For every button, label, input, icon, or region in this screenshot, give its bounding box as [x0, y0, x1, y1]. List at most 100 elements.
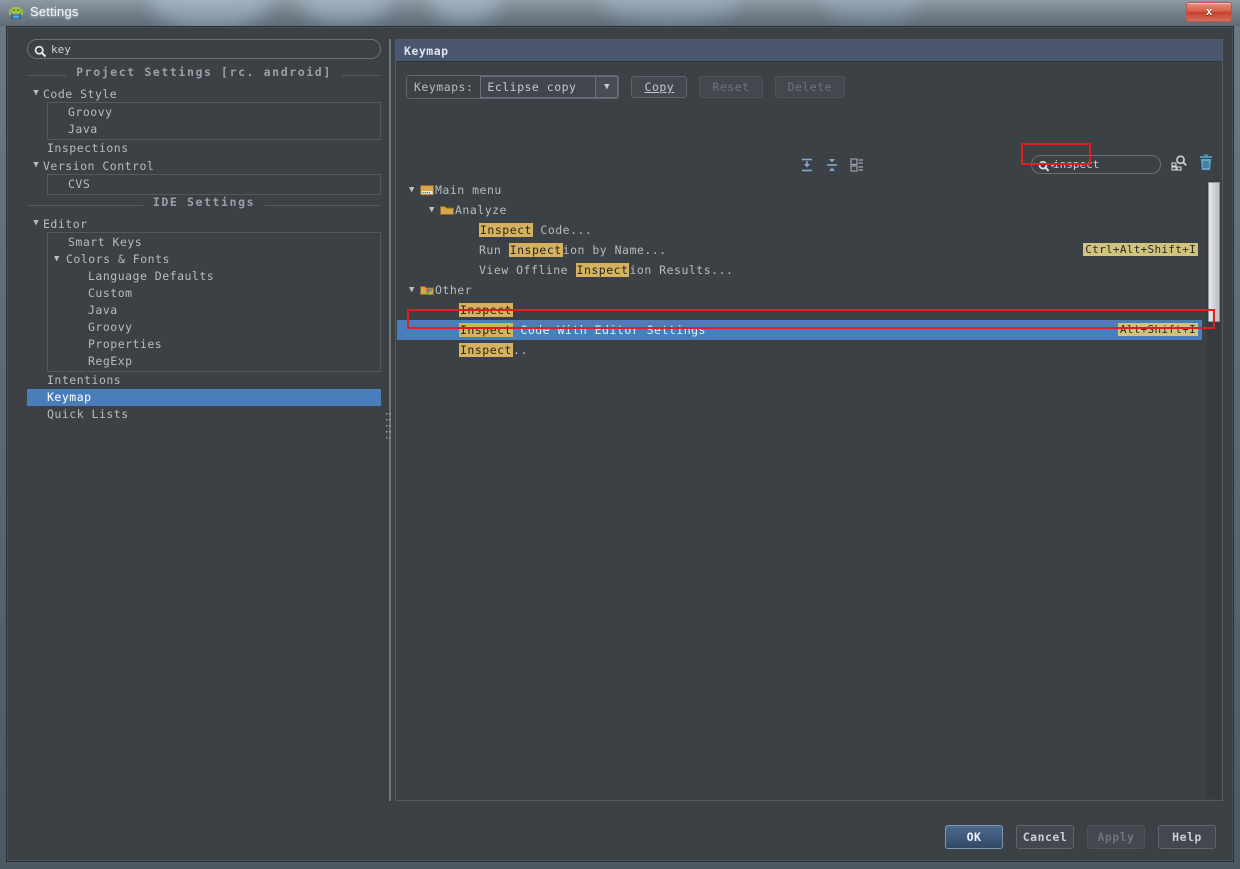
main-menu-icon [419, 184, 435, 196]
keymap-action-tree: ▼ Main menu ▼ Analyze Inspect Code... Ru… [397, 180, 1202, 799]
tree-row-label: Other [435, 283, 473, 297]
ok-button[interactable]: OK [945, 825, 1003, 849]
sidebar-item-inspections[interactable]: Inspections [27, 140, 381, 157]
chevron-down-icon[interactable]: ▼ [29, 161, 43, 170]
shortcut-badge: Ctrl+Alt+Shift+I [1083, 243, 1198, 256]
sidebar-item-label: Colors & Fonts [66, 252, 170, 266]
sidebar-item-quick-lists[interactable]: Quick Lists [27, 406, 381, 423]
editor-children: Smart Keys ▼ Colors & Fonts Language Def… [47, 232, 381, 372]
cancel-button[interactable]: Cancel [1016, 825, 1074, 849]
match-highlight: Inspect [459, 343, 513, 357]
tree-row-label: Run Inspection by Name... [479, 243, 667, 257]
tree-row-main-menu[interactable]: ▼ Main menu [397, 180, 1202, 200]
sidebar-item-smart-keys[interactable]: Smart Keys [48, 234, 380, 251]
settings-window: Settings x key Project Settings [rc. and… [0, 0, 1240, 869]
keymaps-label: Keymaps: [414, 80, 474, 94]
sidebar-item-keymap[interactable]: Keymap [27, 389, 381, 406]
section-header-project-settings: Project Settings [rc. android] [27, 65, 381, 85]
expand-all-icon[interactable] [800, 157, 814, 176]
sidebar-item-label: Editor [43, 216, 88, 231]
chevron-down-icon[interactable]: ▼ [595, 77, 618, 97]
tree-row-suffix: Code With Editor Settings [512, 323, 706, 337]
sidebar-item-custom[interactable]: Custom [48, 285, 380, 302]
match-highlight: Inspect [575, 263, 630, 277]
find-by-shortcut-icon[interactable] [1171, 154, 1188, 175]
copy-button[interactable]: Copy [631, 76, 688, 98]
keymap-select[interactable]: Eclipse copy ▼ [480, 76, 619, 98]
shortcut-badge: Alt+Shift+I [1117, 323, 1198, 336]
keymap-tree-scrollbar[interactable] [1207, 180, 1221, 799]
tree-row-inspect-dots[interactable]: Inspect.. [397, 340, 1202, 360]
reset-button[interactable]: Reset [699, 76, 763, 98]
sidebar-item-label: Code Style [43, 86, 118, 101]
tree-row-label: Main menu [435, 183, 502, 197]
sidebar-item-editor[interactable]: ▼ Editor [27, 215, 381, 232]
keymap-select-value: Eclipse copy [487, 80, 577, 94]
apply-button[interactable]: Apply [1087, 825, 1145, 849]
chevron-down-icon[interactable]: ▼ [405, 185, 419, 195]
tree-row-label: Inspect Code... [479, 223, 592, 237]
section-label: Project Settings [rc. android] [66, 65, 342, 79]
chevron-down-icon[interactable]: ▼ [425, 205, 439, 215]
sidebar-item-version-control[interactable]: ▼ Version Control [27, 157, 381, 174]
glass-blur [600, 0, 740, 24]
help-button[interactable]: Help [1158, 825, 1216, 849]
tree-row-view-offline-inspection-results[interactable]: View Offline Inspection Results... [397, 260, 1202, 280]
tree-row-inspect-code[interactable]: Inspect Code... [397, 220, 1202, 240]
glass-blur [430, 0, 500, 24]
tree-row-label: Inspect Code With Editor Settings [459, 323, 706, 337]
section-header-ide-settings: IDE Settings [27, 195, 381, 215]
search-dropdown-icon[interactable] [1038, 158, 1055, 172]
tree-row-label: View Offline Inspection Results... [479, 263, 733, 277]
keymap-tool-icons [800, 156, 880, 176]
sidebar-item-cvs[interactable]: CVS [48, 176, 380, 193]
tree-row-analyze[interactable]: ▼ Analyze [397, 200, 1202, 220]
sidebar-item-code-style[interactable]: ▼ Code Style [27, 85, 381, 102]
sidebar-item-properties[interactable]: Properties [48, 336, 380, 353]
tree-row-label: Inspect.. [459, 343, 528, 357]
trash-icon[interactable] [1198, 154, 1214, 175]
tree-row-inspect-code-with-editor-settings[interactable]: Inspect Code With Editor Settings Alt+Sh… [397, 320, 1202, 340]
sidebar-item-colors-and-fonts[interactable]: ▼ Colors & Fonts [48, 251, 380, 268]
tree-row-other[interactable]: ▼ Other [397, 280, 1202, 300]
tree-row-run-inspection-by-name[interactable]: Run Inspection by Name... Ctrl+Alt+Shift… [397, 240, 1202, 260]
sidebar-item-label: Version Control [43, 158, 155, 173]
glass-blur [300, 0, 390, 24]
sidebar-item-regexp[interactable]: RegExp [48, 353, 380, 370]
edit-shortcut-icon[interactable] [850, 157, 864, 176]
tree-row-suffix: Code... [532, 223, 593, 237]
sidebar-item-groovy[interactable]: Groovy [48, 104, 380, 121]
keymap-toolbar: Keymaps: Eclipse copy ▼ Copy Reset Delet… [406, 75, 846, 99]
scrollbar-thumb[interactable] [1208, 182, 1220, 322]
panel-header: Keymap [396, 40, 1222, 62]
settings-category-tree: Project Settings [rc. android] ▼ Code St… [27, 65, 381, 795]
settings-search-value: key [51, 42, 71, 56]
tree-row-inspect[interactable]: Inspect [397, 300, 1202, 320]
settings-categories-pane: key Project Settings [rc. android] ▼ Cod… [19, 39, 383, 801]
delete-button[interactable]: Delete [774, 76, 846, 98]
glass-blur [820, 0, 920, 24]
close-icon[interactable]: x [1186, 2, 1232, 22]
sidebar-item-intentions[interactable]: Intentions [27, 372, 381, 389]
tree-row-prefix: View Offline [479, 263, 576, 277]
sidebar-item-java-colors[interactable]: Java [48, 302, 380, 319]
tree-row-suffix: .. [512, 343, 528, 357]
keymap-filter-input[interactable]: inspect [1031, 155, 1161, 174]
page-title: Keymap [404, 43, 449, 58]
copy-button-label: Copy [644, 80, 675, 94]
sidebar-item-language-defaults[interactable]: Language Defaults [48, 268, 380, 285]
tree-row-suffix: ion by Name... [562, 243, 667, 257]
chevron-down-icon[interactable]: ▼ [29, 219, 43, 228]
chevron-down-icon[interactable]: ▼ [405, 285, 419, 295]
settings-search-input[interactable]: key [27, 39, 381, 59]
chevron-down-icon[interactable]: ▼ [48, 255, 66, 264]
sidebar-item-groovy-colors[interactable]: Groovy [48, 319, 380, 336]
code-style-children: Groovy Java [47, 102, 381, 140]
sidebar-item-java[interactable]: Java [48, 121, 380, 138]
version-control-children: CVS [47, 174, 381, 195]
tree-row-prefix: Run [479, 243, 509, 257]
window-title: Settings [30, 4, 79, 19]
pane-splitter[interactable] [385, 39, 395, 801]
chevron-down-icon[interactable]: ▼ [29, 89, 43, 98]
collapse-all-icon[interactable] [825, 157, 839, 176]
